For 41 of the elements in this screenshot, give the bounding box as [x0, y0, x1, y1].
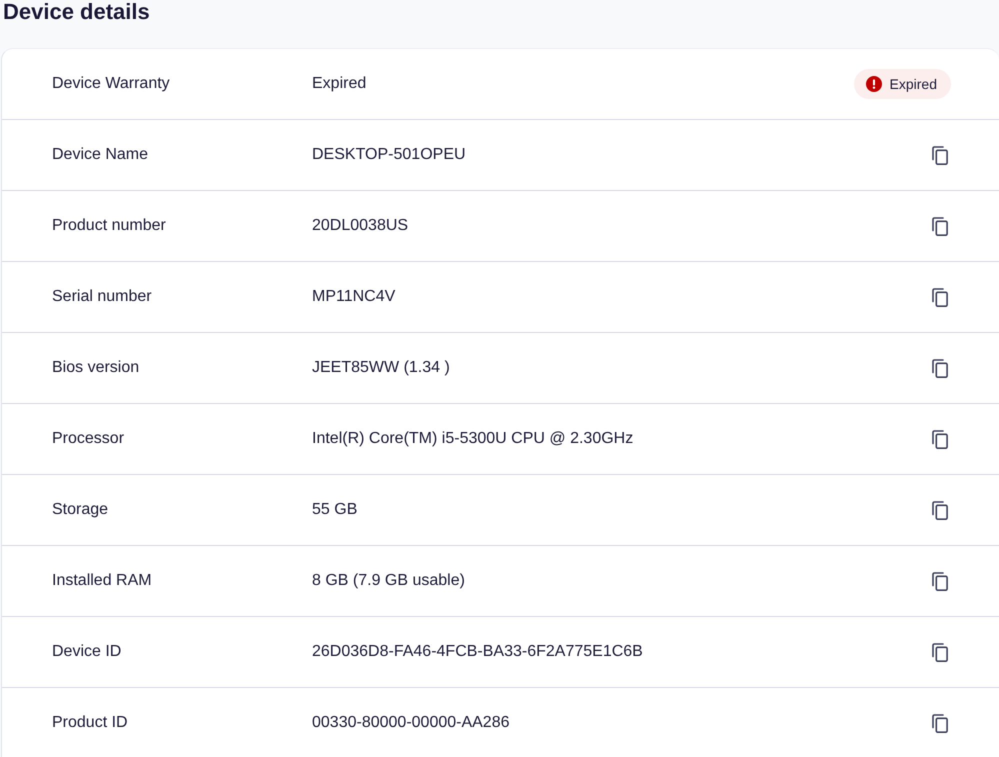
- field-value: Intel(R) Core(TM) i5-5300U CPU @ 2.30GHz: [312, 430, 634, 448]
- field-label: Installed RAM: [52, 572, 153, 590]
- field-value: DESKTOP-501OPEU: [312, 146, 467, 164]
- copy-icon: [932, 714, 948, 732]
- field-label: Storage: [52, 501, 110, 519]
- field-label: Product number: [52, 217, 167, 235]
- copy-icon: [932, 500, 948, 520]
- field-label: Product ID: [52, 714, 129, 732]
- field-label: Processor: [52, 430, 126, 448]
- exclamation-icon: [866, 76, 882, 92]
- field-label: Device Warranty: [52, 75, 171, 93]
- page-title: Device details: [2, 0, 150, 24]
- field-value: 26D036D8-FA46-4FCB-BA33-6F2A775E1C6B: [312, 643, 644, 661]
- field-value: MP11NC4V: [312, 288, 396, 306]
- copy-button[interactable]: [931, 713, 948, 733]
- field-value: JEET85WW (1.34 ): [312, 359, 451, 377]
- copy-button[interactable]: [931, 571, 948, 591]
- field-value: 00330-80000-00000-AA286: [312, 714, 510, 732]
- field-label: Bios version: [52, 359, 140, 377]
- copy-icon: [932, 216, 948, 236]
- copy-icon: [932, 358, 948, 378]
- copy-icon: [932, 146, 948, 164]
- field-value: 55 GB: [312, 501, 358, 519]
- copy-button[interactable]: [931, 500, 948, 520]
- field-value: Expired: [312, 75, 368, 93]
- copy-icon: [932, 430, 948, 448]
- copy-button[interactable]: [931, 145, 948, 165]
- copy-button[interactable]: [931, 287, 948, 307]
- field-label: Serial number: [52, 288, 153, 306]
- copy-button[interactable]: [931, 429, 948, 449]
- status-badge: Expired: [854, 69, 951, 99]
- copy-icon: [932, 642, 948, 662]
- copy-button[interactable]: [931, 358, 948, 378]
- copy-icon: [932, 572, 948, 590]
- copy-icon: [932, 288, 948, 306]
- field-value: 20DL0038US: [312, 217, 410, 235]
- copy-button[interactable]: [931, 216, 948, 236]
- field-label: Device ID: [52, 643, 122, 661]
- copy-button[interactable]: [931, 642, 948, 662]
- field-label: Device Name: [52, 146, 150, 164]
- field-value: 8 GB (7.9 GB usable): [312, 572, 466, 590]
